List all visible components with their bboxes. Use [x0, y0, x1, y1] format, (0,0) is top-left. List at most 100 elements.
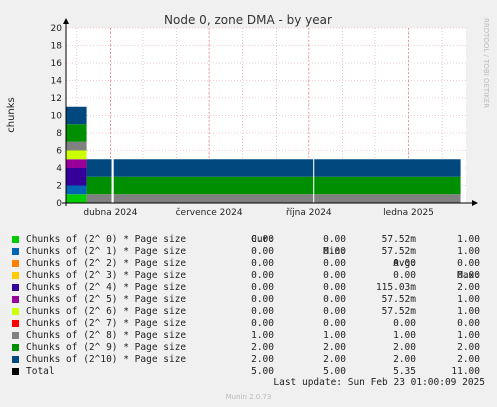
area-band — [66, 106, 87, 125]
legend-name: Total — [26, 366, 55, 377]
y-tick-label: 12 — [51, 94, 62, 104]
legend-name: Chunks of (2^ 2) * Page size — [26, 258, 187, 269]
legend-swatch — [12, 296, 19, 303]
legend-max: 1.00 — [457, 306, 480, 317]
area-band — [86, 159, 112, 177]
area-band — [66, 141, 87, 151]
area-band — [66, 159, 87, 168]
legend-row: Chunks of (2^ 3) * Page size 0.00 0.00 0.00… — [12, 270, 492, 282]
legend-min: 0.00 — [323, 282, 346, 293]
legend-min: 2.00 — [323, 342, 346, 353]
legend-name: Chunks of (2^ 5) * Page size — [26, 294, 187, 305]
legend-min: 0.00 — [323, 258, 346, 269]
legend-swatch — [12, 260, 19, 267]
munin-version: Munin 2.0.73 — [225, 393, 272, 401]
y-tick-label: 2 — [56, 182, 62, 192]
legend-max: 0.00 — [457, 270, 480, 281]
y-tick-label: 16 — [51, 59, 63, 69]
legend-cur: 2.00 — [251, 354, 274, 365]
legend-swatch — [12, 236, 19, 243]
legend-row: Chunks of (2^ 6) * Page size 0.00 0.00 57.5… — [12, 306, 492, 318]
y-tick-label: 6 — [56, 147, 62, 157]
legend-swatch — [12, 272, 19, 279]
legend-cur: 0.00 — [251, 282, 274, 293]
area-band — [66, 150, 87, 160]
y-tick-label: 0 — [56, 199, 62, 209]
legend-cur: 0.00 — [251, 246, 274, 257]
area-band — [314, 194, 461, 203]
legend-avg: 2.00 — [393, 342, 416, 353]
legend-row: Chunks of (2^ 4) * Page size 0.00 0.00 115.… — [12, 282, 492, 294]
legend-cur: 5.00 — [251, 366, 274, 377]
legend-name: Chunks of (2^ 3) * Page size — [26, 270, 187, 281]
legend-swatch — [12, 248, 19, 255]
x-tick-label: července 2024 — [176, 207, 243, 218]
legend-row: Chunks of (2^10) * Page size 2.00 2.00 2.00… — [12, 354, 492, 366]
legend-min: 0.00 — [323, 318, 346, 329]
chart-title: Node 0, zone DMA - by year — [164, 13, 332, 27]
legend-swatch — [12, 368, 19, 375]
legend-name: Chunks of (2^ 6) * Page size — [26, 306, 187, 317]
legend-max: 2.00 — [457, 354, 480, 365]
legend-max: 1.00 — [457, 246, 480, 257]
y-axis-arrow — [63, 18, 69, 24]
x-tick-label: ledna 2025 — [383, 208, 434, 218]
last-update: Last update: Sun Feb 23 01:00:09 2025 — [273, 377, 485, 388]
area-band — [66, 124, 87, 142]
legend-cur: 0.00 — [251, 306, 274, 317]
area-band — [113, 194, 314, 203]
area-band — [113, 176, 314, 195]
area-band — [66, 185, 87, 195]
legend-max: 0.00 — [457, 318, 480, 329]
y-tick-label: 8 — [56, 129, 62, 139]
area-band — [86, 194, 112, 203]
y-tick-label: 4 — [56, 164, 62, 174]
area-band — [314, 159, 461, 177]
legend-swatch — [12, 344, 19, 351]
legend-row: Chunks of (2^ 5) * Page size 0.00 0.00 57.5… — [12, 294, 492, 306]
legend-avg: 57.52m — [381, 306, 416, 317]
legend-min: 0.00 — [323, 306, 346, 317]
legend-name: Chunks of (2^ 4) * Page size — [26, 282, 187, 293]
x-tick-label: října 2024 — [286, 208, 332, 218]
legend-avg: 0.00 — [393, 318, 416, 329]
y-ticks: 0 2 4 6 8 10 12 14 16 18 20 — [51, 24, 63, 209]
y-tick-label: 18 — [51, 42, 63, 52]
chart: Node 0, zone DMA - by year chunks RRDTOO… — [6, 13, 490, 218]
legend-header: Cur: Min: Avg: Max: — [12, 222, 492, 281]
legend-row: Chunks of (2^ 9) * Page size 2.00 2.00 2.00… — [12, 342, 492, 354]
legend-max: 1.00 — [457, 234, 480, 245]
legend-avg: 2.00 — [393, 354, 416, 365]
legend-swatch — [12, 320, 19, 327]
legend-name: Chunks of (2^ 9) * Page size — [26, 342, 187, 353]
legend-cur: 2.00 — [251, 342, 274, 353]
legend-avg: 115.03m — [375, 282, 416, 293]
legend-min: 1.00 — [323, 330, 346, 341]
legend-cur: 1.00 — [251, 330, 274, 341]
legend-name: Chunks of (2^ 1) * Page size — [26, 246, 187, 257]
legend-swatch — [12, 284, 19, 291]
legend-cur: 0.00 — [251, 258, 274, 269]
legend-avg: 0.00 — [393, 270, 416, 281]
area-band — [86, 176, 112, 195]
rrdtool-label: RRDTOOL / TOBI OETIKER — [482, 18, 490, 108]
y-tick-label: 10 — [51, 112, 63, 122]
legend-row: Chunks of (2^ 8) * Page size 1.00 1.00 1.00… — [12, 330, 492, 342]
legend-min: 0.00 — [323, 294, 346, 305]
area-band — [113, 159, 314, 177]
legend-name: Chunks of (2^ 7) * Page size — [26, 318, 187, 329]
legend-min: 2.00 — [323, 354, 346, 365]
legend-max: 2.00 — [457, 342, 480, 353]
legend-min: 0.00 — [323, 246, 346, 257]
legend-swatch — [12, 356, 19, 363]
x-tick-label: dubna 2024 — [83, 208, 137, 218]
legend-name: Chunks of (2^10) * Page size — [26, 354, 187, 365]
legend-cur: 0.00 — [251, 234, 274, 245]
legend-swatch — [12, 332, 19, 339]
x-axis-arrow — [472, 200, 478, 206]
x-ticks: dubna 2024 července 2024 října 2024 ledna 2… — [83, 207, 434, 218]
legend-cur: 0.00 — [251, 270, 274, 281]
legend-row: Chunks of (2^ 0) * Page size 0.00 0.00 57.5… — [12, 234, 492, 246]
legend-max: 1.00 — [457, 294, 480, 305]
legend-max: 1.00 — [457, 330, 480, 341]
